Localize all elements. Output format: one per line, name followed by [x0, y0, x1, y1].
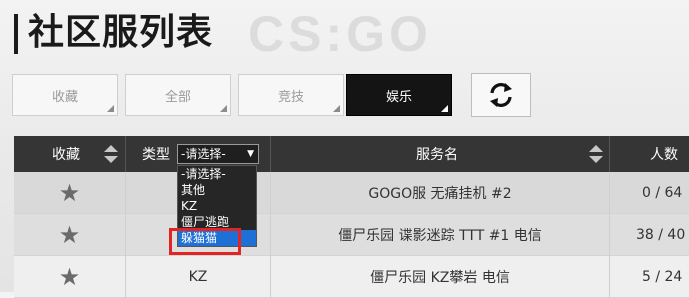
dropdown-arrow-icon: ▼	[247, 149, 254, 159]
type-filter-select[interactable]: -请选择- ▼	[177, 144, 259, 164]
column-header-name[interactable]: 服务名	[271, 136, 610, 172]
refresh-button[interactable]	[471, 73, 531, 117]
sort-up-icon	[104, 145, 118, 152]
tab-favorites[interactable]: 收藏	[12, 74, 118, 116]
row-player-count: 0 / 64	[642, 185, 683, 201]
column-header-favorites[interactable]: 收藏	[14, 136, 126, 172]
page-title: 社区服列表	[28, 12, 214, 53]
column-label-type: 类型	[142, 147, 170, 163]
sort-down-icon	[589, 156, 603, 163]
type-option[interactable]: -请选择-	[178, 166, 256, 182]
column-label-name: 服务名	[416, 147, 458, 163]
sort-up-icon	[589, 145, 603, 152]
tab-entertainment[interactable]: 娱乐	[346, 74, 452, 116]
column-label-favorites: 收藏	[52, 147, 80, 163]
row-server-name: GOGO服 无痛挂机 #2	[271, 172, 610, 214]
csgo-background-logo: CS:GO	[248, 6, 432, 62]
title-accent-bar	[14, 14, 18, 54]
sort-down-icon	[104, 156, 118, 163]
table-row[interactable]: ★ 僵尸乐园 谍影迷踪 TTT #1 电信 38 / 40	[14, 214, 689, 256]
type-filter-value: -请选择-	[181, 147, 226, 161]
row-player-count: 38 / 40	[636, 227, 686, 243]
column-header-players[interactable]: 人数	[610, 136, 689, 172]
row-server-name: 僵尸乐园 谍影迷踪 TTT #1 电信	[271, 214, 610, 256]
favorite-star-icon[interactable]: ★	[14, 214, 126, 256]
type-option[interactable]: KZ	[178, 198, 256, 214]
table-row[interactable]: ★ GOGO服 无痛挂机 #2 0 / 64	[14, 172, 689, 214]
column-label-players: 人数	[650, 147, 678, 163]
tab-all[interactable]: 全部	[125, 74, 231, 116]
type-option[interactable]: 其他	[178, 182, 256, 198]
refresh-arrows-icon	[490, 83, 512, 107]
table-header: 收藏 类型 服务名 人数	[14, 136, 689, 172]
tab-competitive[interactable]: 竞技	[238, 74, 344, 116]
annotation-highlight-box	[169, 228, 241, 255]
favorite-star-icon[interactable]: ★	[14, 172, 126, 214]
